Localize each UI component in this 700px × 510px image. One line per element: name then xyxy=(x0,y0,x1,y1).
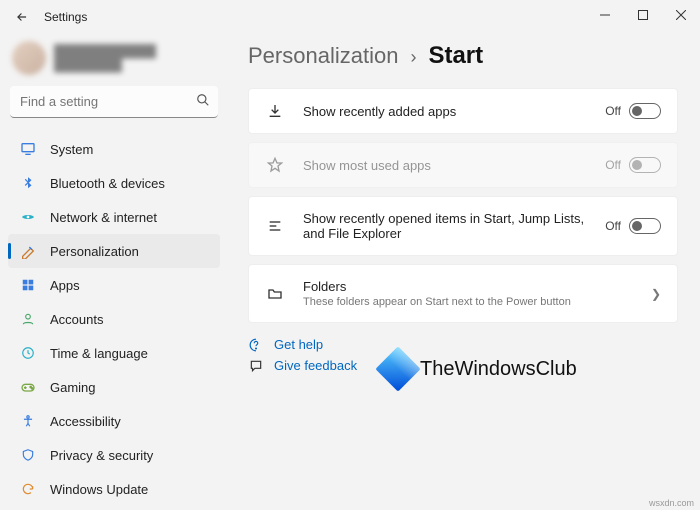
sidebar-item-access[interactable]: Accessibility xyxy=(8,404,220,438)
update-icon xyxy=(20,481,36,497)
download-icon xyxy=(265,103,285,119)
search-input[interactable] xyxy=(10,86,218,118)
sidebar-item-bt[interactable]: Bluetooth & devices xyxy=(8,166,220,200)
sidebar-item-label: Windows Update xyxy=(50,482,148,497)
toggle-state: Off xyxy=(605,219,621,233)
back-button[interactable] xyxy=(8,3,36,31)
profile-name: ████████████████████ xyxy=(54,44,156,72)
watermark-logo-icon xyxy=(375,346,420,391)
feedback-label: Give feedback xyxy=(274,358,357,373)
list-icon xyxy=(265,218,285,234)
feedback-icon xyxy=(248,359,264,373)
maximize-button[interactable] xyxy=(624,0,662,30)
net-icon xyxy=(20,209,36,225)
sidebar-item-pers[interactable]: Personalization xyxy=(8,234,220,268)
sidebar-item-time[interactable]: Time & language xyxy=(8,336,220,370)
source-note: wsxdn.com xyxy=(649,498,694,508)
card-recent-items[interactable]: Show recently opened items in Start, Jum… xyxy=(248,196,678,256)
sidebar-item-label: Accessibility xyxy=(50,414,121,429)
folder-icon xyxy=(265,286,285,302)
toggle-switch[interactable] xyxy=(629,103,661,119)
sidebar-item-label: Gaming xyxy=(50,380,96,395)
card-title: Show recently added apps xyxy=(303,104,605,119)
watermark: TheWindowsClub xyxy=(382,353,577,385)
time-icon xyxy=(20,345,36,361)
card-recently-added[interactable]: Show recently added apps Off xyxy=(248,88,678,134)
breadcrumb-sep: › xyxy=(410,47,416,68)
star-icon xyxy=(265,157,285,173)
bt-icon xyxy=(20,175,36,191)
acct-icon xyxy=(20,311,36,327)
access-icon xyxy=(20,413,36,429)
help-label: Get help xyxy=(274,337,323,352)
sidebar-item-label: System xyxy=(50,142,93,157)
breadcrumb: Personalization › Start xyxy=(248,42,678,70)
search-icon xyxy=(196,93,210,107)
card-title: Show recently opened items in Start, Jum… xyxy=(303,211,605,241)
sidebar-item-net[interactable]: Network & internet xyxy=(8,200,220,234)
sidebar-item-system[interactable]: System xyxy=(8,132,220,166)
sidebar-item-label: Time & language xyxy=(50,346,148,361)
sidebar-item-label: Privacy & security xyxy=(50,448,153,463)
minimize-button[interactable] xyxy=(586,0,624,30)
toggle-state: Off xyxy=(605,104,621,118)
sidebar-item-apps[interactable]: Apps xyxy=(8,268,220,302)
close-button[interactable] xyxy=(662,0,700,30)
sidebar-item-label: Personalization xyxy=(50,244,139,259)
avatar xyxy=(12,41,46,75)
apps-icon xyxy=(20,277,36,293)
game-icon xyxy=(20,379,36,395)
breadcrumb-parent[interactable]: Personalization xyxy=(248,43,398,69)
user-profile[interactable]: ████████████████████ xyxy=(8,38,220,78)
card-most-used: Show most used apps Off xyxy=(248,142,678,188)
system-icon xyxy=(20,141,36,157)
window-title: Settings xyxy=(44,10,87,24)
card-title: Folders xyxy=(303,279,651,294)
titlebar: Settings xyxy=(0,0,700,34)
sidebar-item-label: Accounts xyxy=(50,312,103,327)
window-controls xyxy=(586,0,700,30)
nav-list: System Bluetooth & devices Network & inter… xyxy=(8,132,220,506)
get-help-link[interactable]: Get help xyxy=(248,337,678,352)
sidebar: ████████████████████ System Bluetooth & d… xyxy=(0,34,228,510)
card-subtitle: These folders appear on Start next to th… xyxy=(303,296,651,308)
sidebar-item-label: Bluetooth & devices xyxy=(50,176,165,191)
watermark-text: TheWindowsClub xyxy=(420,358,577,381)
card-folders[interactable]: Folders These folders appear on Start ne… xyxy=(248,264,678,323)
sidebar-item-update[interactable]: Windows Update xyxy=(8,472,220,506)
help-icon xyxy=(248,338,264,352)
toggle-switch xyxy=(629,157,661,173)
sidebar-item-game[interactable]: Gaming xyxy=(8,370,220,404)
sidebar-item-label: Network & internet xyxy=(50,210,157,225)
page-title: Start xyxy=(428,42,483,70)
content-area: Personalization › Start Show recently ad… xyxy=(228,34,700,510)
toggle-state: Off xyxy=(605,158,621,172)
sidebar-item-acct[interactable]: Accounts xyxy=(8,302,220,336)
card-title: Show most used apps xyxy=(303,158,605,173)
toggle-switch[interactable] xyxy=(629,218,661,234)
sidebar-item-label: Apps xyxy=(50,278,80,293)
search-box xyxy=(10,86,218,118)
sidebar-item-priv[interactable]: Privacy & security xyxy=(8,438,220,472)
pers-icon xyxy=(20,243,36,259)
priv-icon xyxy=(20,447,36,463)
chevron-right-icon: ❯ xyxy=(651,287,661,301)
